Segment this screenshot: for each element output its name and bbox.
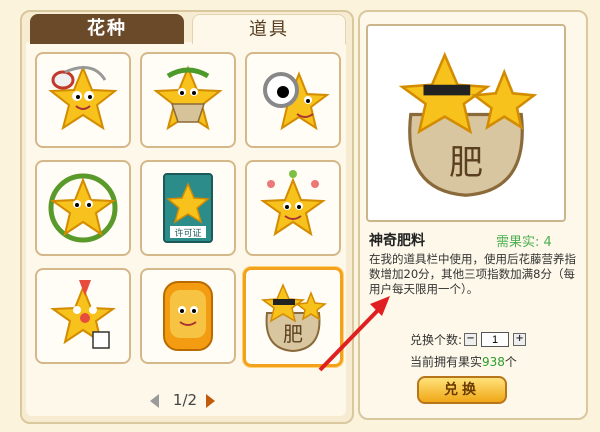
item-description: 在我的道具栏中使用，使用后花藤营养指数增加20分，其他三项指数加满8分（每用户每…: [369, 252, 576, 296]
cost-value: 4: [543, 235, 552, 250]
fertilizer-preview-icon: 肥: [398, 51, 538, 197]
star-flowers-icon: [260, 170, 326, 237]
license-label: 许可证: [174, 227, 201, 239]
star-clown-icon: [50, 280, 116, 349]
star-jar-icon: [163, 281, 213, 351]
bag-label: 肥: [283, 322, 303, 346]
grid-item-star-with-leaf-bag[interactable]: [140, 52, 236, 148]
owned-unit: 个: [504, 355, 517, 369]
grid-item-star-with-flowers[interactable]: [245, 160, 341, 256]
quantity-input[interactable]: [481, 332, 510, 347]
license-book-icon: 许可证: [163, 173, 213, 243]
preview-bag-label: 肥: [449, 143, 483, 183]
item-preview: 肥: [366, 24, 566, 222]
owned-fruit: 当前拥有果实938个: [410, 353, 517, 370]
quantity-label: 兑换个数:: [410, 333, 463, 347]
decrease-quantity-button[interactable]: −: [464, 333, 478, 346]
star-magnifier-icon: [263, 71, 330, 131]
cost-label: 需果实: 4: [496, 231, 552, 250]
item-name: 神奇肥料: [369, 233, 425, 249]
grid-item-star-clown[interactable]: [35, 268, 131, 364]
star-headphones-icon: [48, 65, 118, 131]
grid-item-star-in-jar[interactable]: [140, 268, 236, 364]
grid-item-star-with-headphones[interactable]: [35, 52, 131, 148]
tab-items[interactable]: 道具: [192, 14, 346, 44]
owned-value: 938: [482, 355, 505, 369]
grid-item-star-with-wreath[interactable]: [35, 160, 131, 256]
cost-label-text: 需果实:: [496, 235, 540, 250]
annotation-arrow-icon: [318, 296, 390, 372]
star-leaf-bag-icon: [153, 65, 223, 131]
star-wreath-icon: [48, 173, 118, 243]
tab-flower-seeds[interactable]: 花种: [30, 14, 184, 44]
grid-item-star-with-magnifier[interactable]: [245, 52, 341, 148]
prev-page-arrow-icon[interactable]: [150, 394, 159, 408]
grid-item-license-book[interactable]: 许可证: [140, 160, 236, 256]
increase-quantity-button[interactable]: +: [513, 333, 527, 346]
quantity-row: 兑换个数: − +: [410, 331, 528, 348]
next-page-arrow-icon[interactable]: [206, 394, 215, 408]
page-indicator: 1/2: [172, 391, 198, 409]
owned-label: 当前拥有果实: [410, 355, 483, 369]
exchange-button[interactable]: 兑换: [417, 376, 507, 404]
